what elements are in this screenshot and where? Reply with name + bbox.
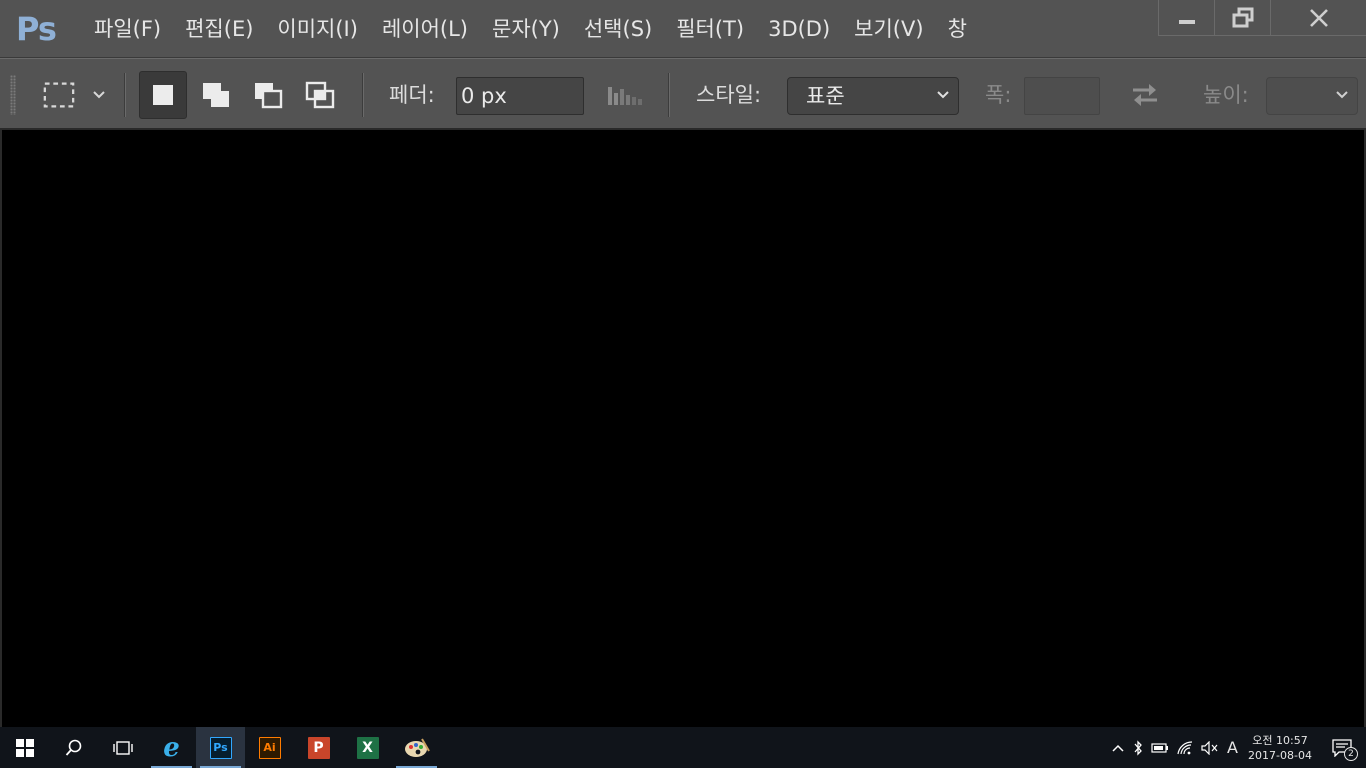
width-input[interactable] (1024, 77, 1100, 115)
marquee-tool-preset-icon[interactable] (42, 78, 76, 112)
new-selection-button[interactable] (139, 71, 187, 119)
system-tray: A 오전 10:57 2017-08-04 2 (1107, 727, 1366, 768)
restore-button[interactable] (1214, 0, 1270, 36)
bluetooth-icon[interactable] (1129, 727, 1147, 768)
anti-alias-icon[interactable] (605, 78, 645, 112)
menu-window[interactable]: 창 (936, 0, 979, 58)
show-hidden-icons-button[interactable] (1107, 727, 1129, 768)
tool-preset-dropdown-chevron-down-icon[interactable] (84, 78, 114, 112)
clock-time: 오전 10:57 (1252, 733, 1308, 747)
window-controls (1158, 0, 1366, 36)
feather-input[interactable]: 0 px (456, 77, 584, 115)
taskbar-app-powerpoint[interactable]: P (294, 727, 343, 768)
photoshop-logo: Ps (16, 9, 57, 48)
feather-label: 페더: (389, 83, 435, 107)
task-view-button[interactable] (98, 727, 147, 768)
menu-image[interactable]: 이미지(I) (265, 0, 370, 58)
start-button[interactable] (0, 727, 49, 768)
chevron-down-icon (937, 91, 949, 99)
style-select[interactable]: 표준 (787, 77, 959, 115)
options-bar: 페더: 0 px 스타일: 표준 폭: 높이: (0, 58, 1366, 130)
options-bar-grip[interactable] (10, 75, 16, 115)
intersect-selection-icon (305, 81, 335, 109)
clock-date: 2017-08-04 (1248, 748, 1312, 762)
menu-view[interactable]: 보기(V) (842, 0, 935, 58)
battery-icon[interactable] (1147, 727, 1173, 768)
notification-count-badge: 2 (1344, 747, 1358, 761)
search-button[interactable] (49, 727, 98, 768)
input-method-indicator[interactable]: A (1223, 727, 1242, 768)
new-selection-icon (153, 85, 173, 105)
taskbar-app-excel[interactable]: X (343, 727, 392, 768)
subtract-from-selection-button[interactable] (251, 78, 285, 112)
chevron-down-icon (1336, 91, 1348, 99)
wifi-icon[interactable] (1173, 727, 1197, 768)
canvas-workspace[interactable] (0, 130, 1366, 727)
close-button[interactable] (1270, 0, 1366, 36)
style-label: 스타일: (696, 83, 762, 107)
menu-3d[interactable]: 3D(D) (756, 0, 842, 58)
taskbar-app-paint[interactable] (392, 727, 441, 768)
taskbar-app-photoshop[interactable]: Ps (196, 727, 245, 768)
internet-explorer-glyph: e (163, 732, 180, 763)
divider (362, 73, 363, 117)
close-icon (1309, 8, 1328, 27)
chevron-up-icon (1112, 744, 1124, 752)
minimize-icon (1178, 19, 1195, 24)
add-to-selection-icon (203, 83, 229, 107)
divider (668, 73, 669, 117)
windows-logo-icon (15, 738, 34, 757)
internet-explorer-icon: e (161, 733, 183, 763)
volume-muted-icon[interactable] (1197, 727, 1223, 768)
add-to-selection-button[interactable] (199, 78, 233, 112)
task-view-icon (112, 740, 133, 755)
taskbar-app-internet-explorer[interactable]: e (147, 727, 196, 768)
restore-icon (1232, 7, 1253, 27)
main-menu: 파일(F) 편집(E) 이미지(I) 레이어(L) 문자(Y) 선택(S) 필터… (83, 0, 979, 58)
swap-width-height-icon[interactable] (1128, 78, 1162, 112)
menu-file[interactable]: 파일(F) (83, 0, 173, 58)
intersect-selection-button[interactable] (303, 78, 337, 112)
photoshop-icon: Ps (209, 736, 232, 759)
menu-layer[interactable]: 레이어(L) (370, 0, 480, 58)
powerpoint-icon: P (307, 736, 330, 759)
excel-icon: X (356, 736, 379, 759)
width-label: 폭: (985, 83, 1012, 107)
taskbar-clock[interactable]: 오전 10:57 2017-08-04 (1242, 727, 1318, 768)
height-input[interactable] (1266, 77, 1358, 115)
style-select-value: 표준 (806, 84, 845, 108)
menu-select[interactable]: 선택(S) (572, 0, 664, 58)
taskbar-app-illustrator[interactable]: Ai (245, 727, 294, 768)
subtract-from-selection-icon (255, 83, 283, 109)
menu-filter[interactable]: 필터(T) (664, 0, 756, 58)
search-icon (65, 739, 81, 756)
action-center-button[interactable]: 2 (1318, 727, 1366, 768)
illustrator-icon: Ai (258, 736, 281, 759)
menu-edit[interactable]: 편집(E) (173, 0, 265, 58)
height-label: 높이: (1203, 83, 1249, 107)
menu-type[interactable]: 문자(Y) (480, 0, 572, 58)
menu-bar: Ps 파일(F) 편집(E) 이미지(I) 레이어(L) 문자(Y) 선택(S)… (0, 0, 1366, 58)
minimize-button[interactable] (1158, 0, 1214, 36)
paint-palette-icon (404, 737, 430, 757)
divider (124, 73, 125, 117)
windows-taskbar: e Ps Ai P X A 오전 10:57 2017-08-04 2 (0, 727, 1366, 768)
